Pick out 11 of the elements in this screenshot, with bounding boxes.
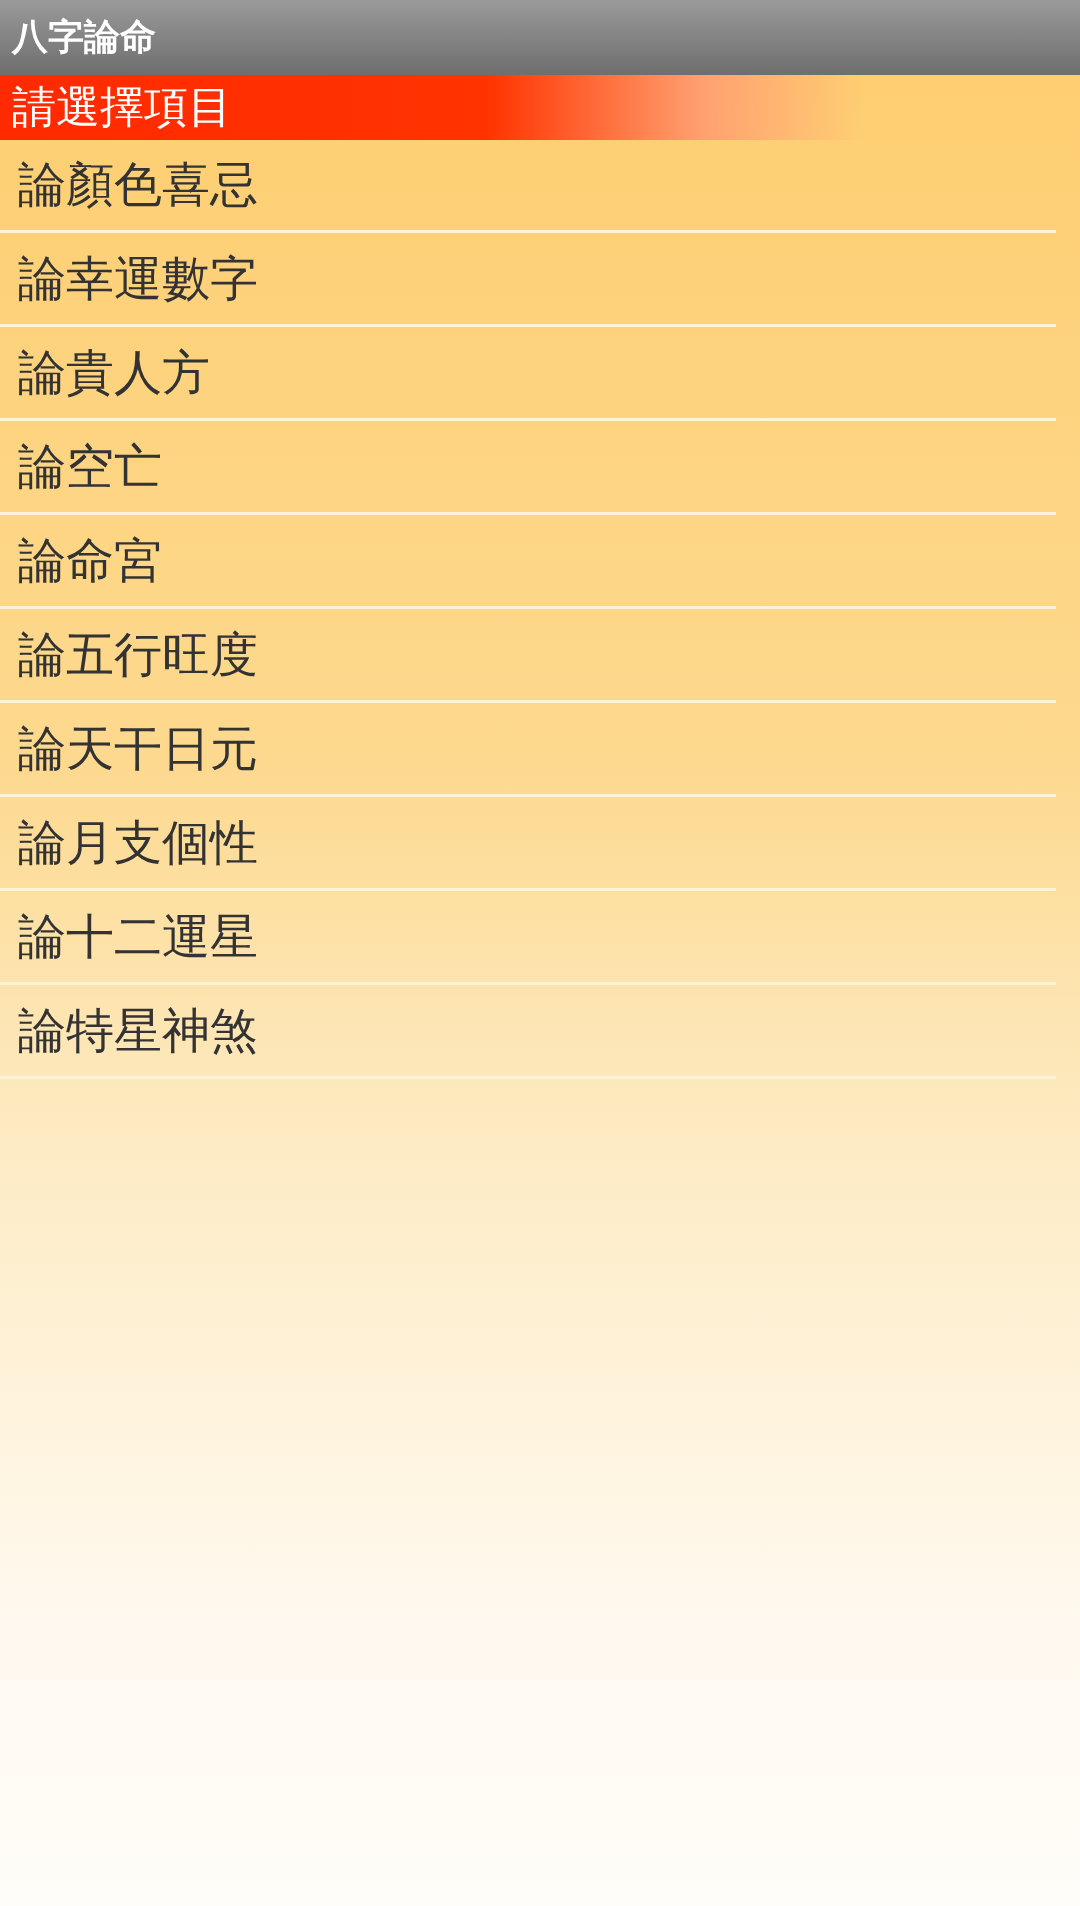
menu-item[interactable]: 論月支個性 <box>18 811 258 875</box>
menu-item[interactable]: 論顏色喜忌 <box>18 153 258 217</box>
menu-item[interactable]: 論空亡 <box>18 435 162 499</box>
menu-item[interactable]: 論命宮 <box>18 529 162 593</box>
menu-item[interactable]: 論幸運數字 <box>18 247 258 311</box>
menu-item[interactable]: 論貴人方 <box>18 341 210 405</box>
menu-item[interactable]: 論天干日元 <box>18 717 258 781</box>
menu-item[interactable]: 論十二運星 <box>18 905 258 969</box>
app-title: 八字論命 <box>12 15 156 59</box>
menu-item[interactable]: 論特星神煞 <box>18 999 258 1063</box>
menu-item[interactable]: 論五行旺度 <box>18 623 258 687</box>
